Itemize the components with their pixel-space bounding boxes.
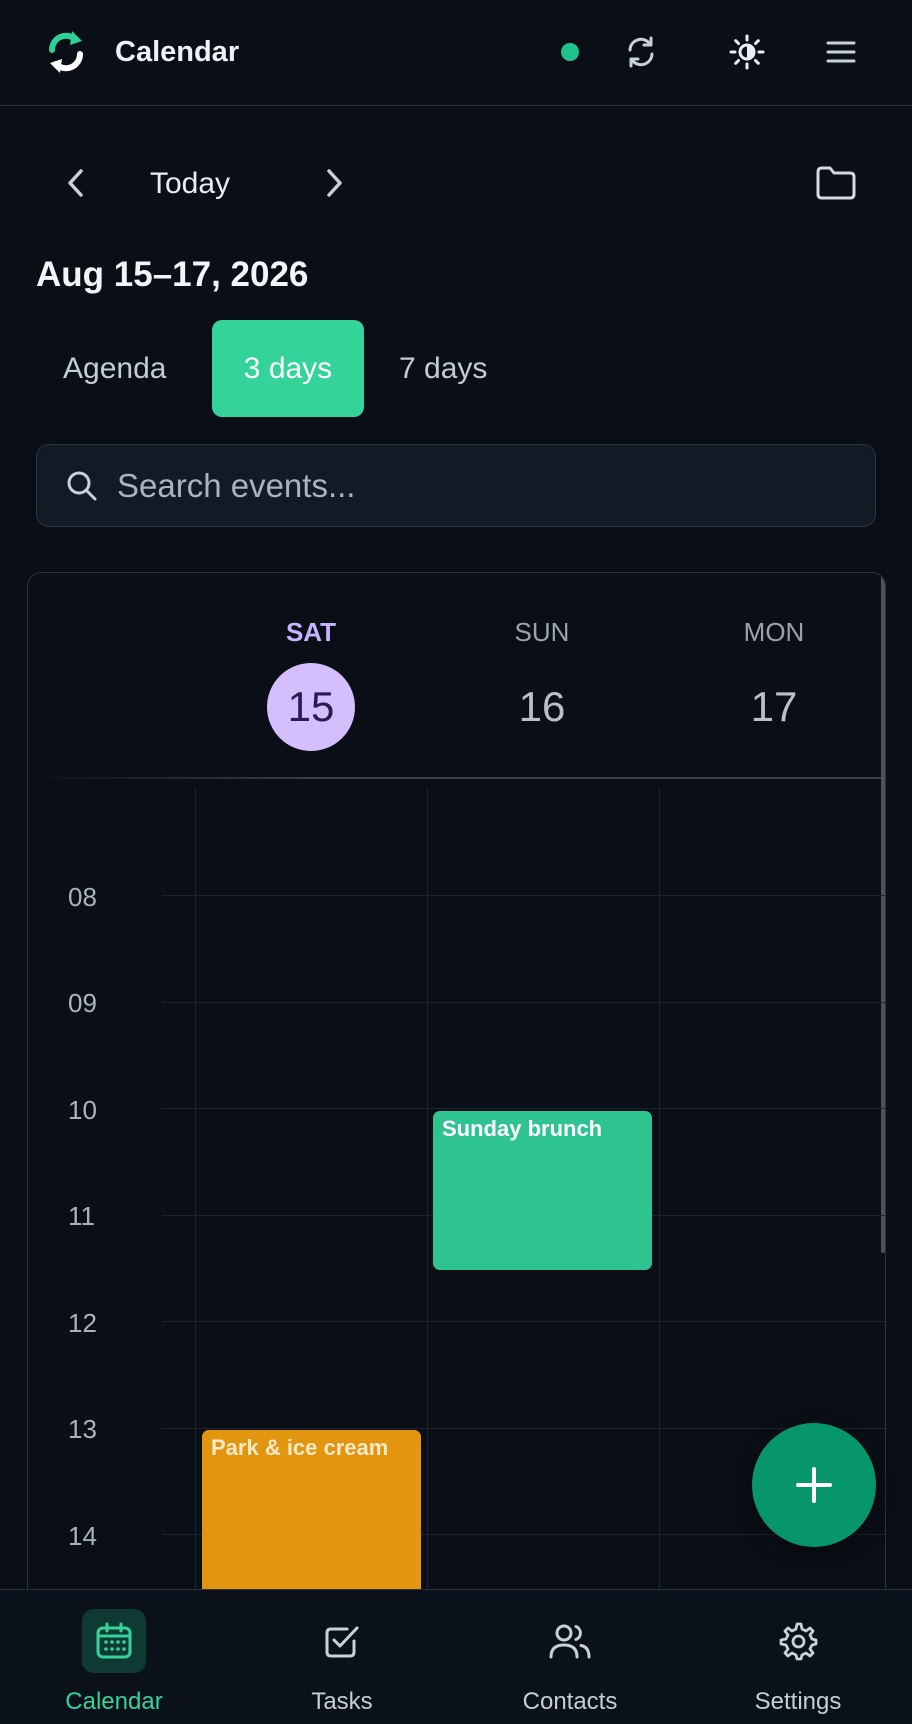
tab-agenda[interactable]: Agenda (35, 320, 194, 417)
bottom-navigation: Calendar Tasks Contacts Settings (0, 1589, 912, 1724)
theme-toggle-button[interactable] (719, 24, 775, 80)
hour-label-10: 10 (68, 1095, 97, 1125)
previous-range-button[interactable] (52, 155, 100, 211)
hour-label-09: 09 (68, 988, 97, 1018)
nav-contacts[interactable]: Contacts (456, 1590, 684, 1724)
hour-line (162, 1002, 885, 1003)
day-number: 16 (518, 683, 566, 730)
nav-tasks[interactable]: Tasks (228, 1590, 456, 1724)
add-event-button[interactable] (752, 1423, 876, 1547)
next-range-button[interactable] (310, 155, 358, 211)
menu-icon (826, 41, 856, 63)
vertical-scrollbar[interactable] (881, 573, 885, 1253)
hour-label-14: 14 (68, 1521, 97, 1551)
hour-label-08: 08 (68, 882, 97, 912)
event-sunday-brunch[interactable]: Sunday brunch (433, 1111, 652, 1270)
sync-status-indicator (561, 43, 579, 61)
chevron-right-icon (327, 169, 342, 197)
search-bar (36, 444, 876, 527)
column-divider (427, 787, 428, 1602)
day-name: SUN (514, 617, 570, 647)
hour-label-13: 13 (68, 1414, 97, 1444)
day-number-today: 15 (267, 663, 355, 751)
day-header-mon[interactable]: MON 17 (704, 617, 844, 751)
event-title: Sunday brunch (442, 1116, 603, 1141)
refresh-button[interactable] (613, 24, 669, 80)
chevron-left-icon (68, 169, 83, 197)
refresh-icon (628, 36, 654, 68)
day-number: 17 (750, 683, 798, 730)
header-divider (28, 777, 885, 779)
hour-line (162, 895, 885, 896)
sync-logo-icon (44, 28, 88, 76)
plus-icon (796, 1467, 832, 1503)
nav-label: Calendar (65, 1688, 163, 1715)
search-icon (65, 469, 99, 503)
day-name: MON (743, 617, 805, 647)
top-bar: Calendar (0, 0, 912, 106)
nav-label: Tasks (311, 1688, 373, 1715)
checkbox-icon (310, 1609, 374, 1673)
calendar-grid: SAT 15 SUN 16 MON 17 08 09 10 11 12 13 1… (27, 572, 886, 1602)
tab-7-days[interactable]: 7 days (371, 320, 515, 417)
today-button[interactable]: Today (150, 160, 230, 208)
date-range-title: Aug 15–17, 2026 (36, 255, 309, 294)
users-icon (538, 1609, 602, 1673)
hour-label-11: 11 (68, 1201, 95, 1231)
calendars-folder-button[interactable] (808, 155, 864, 211)
hour-label-12: 12 (68, 1308, 97, 1338)
theme-toggle-icon (729, 34, 765, 70)
gear-icon (766, 1609, 830, 1673)
day-header-sun[interactable]: SUN 16 (472, 617, 612, 751)
day-header-sat[interactable]: SAT 15 (241, 617, 381, 751)
tab-3-days[interactable]: 3 days (212, 320, 364, 417)
calendar-icon (82, 1609, 146, 1673)
hour-line (162, 1428, 885, 1429)
folder-icon (816, 166, 856, 200)
app-title: Calendar (115, 36, 240, 68)
nav-settings[interactable]: Settings (684, 1590, 912, 1724)
menu-button[interactable] (813, 24, 869, 80)
nav-label: Settings (754, 1688, 842, 1715)
event-title: Park & ice cream (211, 1435, 389, 1460)
hour-line (162, 1321, 885, 1322)
event-park-ice-cream[interactable]: Park & ice cream (202, 1430, 421, 1602)
column-divider (195, 787, 196, 1602)
hour-line (162, 1108, 885, 1109)
search-input[interactable] (117, 455, 847, 517)
nav-label: Contacts (522, 1688, 618, 1715)
day-name: SAT (285, 617, 337, 647)
column-divider (659, 787, 660, 1602)
nav-calendar[interactable]: Calendar (0, 1590, 228, 1724)
